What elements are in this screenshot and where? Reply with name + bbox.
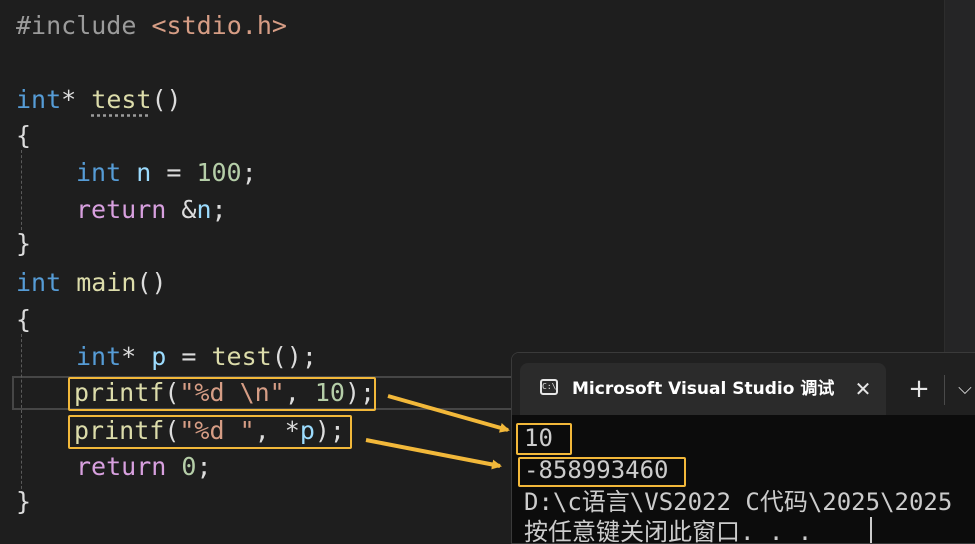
arrow-to-output-2 (365, 438, 502, 470)
arrow-to-output-1 (387, 394, 510, 433)
annotation-arrows (365, 394, 510, 470)
